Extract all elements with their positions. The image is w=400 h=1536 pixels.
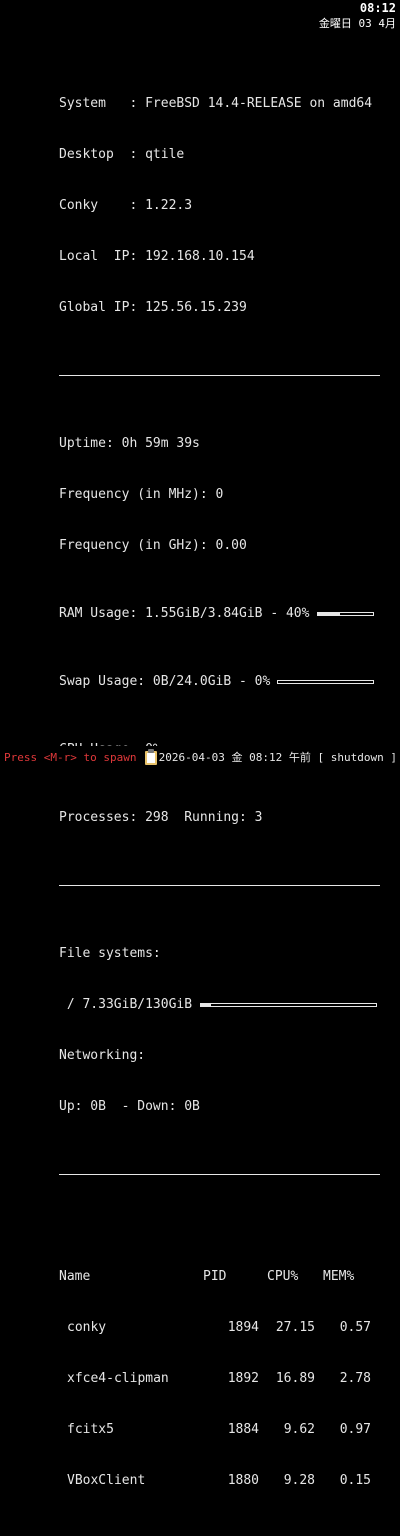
- fs-root-text: / 7.33GiB/130GiB: [59, 997, 193, 1012]
- process-name: conky: [67, 1320, 107, 1335]
- spawn-prompt[interactable]: Press <M-r> to spawn: [4, 751, 136, 764]
- process-pid: 1894: [227, 1320, 259, 1335]
- process-mem: 0.97: [339, 1422, 371, 1437]
- divider: [59, 375, 380, 376]
- process-name: VBoxClient: [67, 1473, 146, 1488]
- fs-root-fill: [201, 1003, 211, 1006]
- process-mem: 0.57: [339, 1320, 371, 1335]
- clock-time: 08:12: [359, 1, 396, 15]
- process-pid: 1880: [227, 1473, 259, 1488]
- col-mem: MEM%: [323, 1269, 355, 1284]
- network-line: Up: 0B - Down: 0B: [59, 1099, 200, 1114]
- filesystems-label: File systems:: [59, 946, 161, 961]
- process-name: fcitx5: [67, 1422, 114, 1437]
- process-table-header: Name PID CPU% MEM%: [59, 1268, 381, 1285]
- desktop-line: Desktop : qtile: [59, 147, 185, 162]
- ram-usage-text: RAM Usage: 1.55GiB/3.84GiB - 40%: [59, 606, 310, 621]
- divider: [59, 885, 380, 886]
- process-cpu: 9.62: [283, 1422, 315, 1437]
- process-name: xfce4-clipman: [67, 1371, 169, 1386]
- process-cpu: 16.89: [275, 1371, 315, 1386]
- global-ip-line: Global IP: 125.56.15.239: [59, 300, 247, 315]
- statusbar-right: 2026-04-03 金 08:12 午前 [ shutdown ]: [159, 749, 397, 765]
- process-cpu: 9.28: [283, 1473, 315, 1488]
- freq-ghz-line: Frequency (in GHz): 0.00: [59, 538, 247, 553]
- swap-usage-bar: [277, 679, 375, 684]
- table-row: conky 1894 27.15 0.57: [59, 1319, 381, 1336]
- fs-root-bar: [200, 1002, 378, 1007]
- col-cpu: CPU%: [267, 1269, 299, 1284]
- uptime-line: Uptime: 0h 59m 39s: [59, 436, 200, 451]
- ram-usage-bar: [317, 611, 375, 616]
- table-row: VBoxClient 1880 9.28 0.15: [59, 1472, 381, 1489]
- system-line: System : FreeBSD 14.4-RELEASE on amd64: [59, 96, 373, 111]
- clock-date: 金曜日 03 4月: [318, 17, 396, 30]
- conky-version-line: Conky : 1.22.3: [59, 198, 193, 213]
- local-ip-line: Local IP: 192.168.10.154: [59, 249, 255, 264]
- shutdown-button[interactable]: [ shutdown ]: [318, 751, 397, 764]
- ram-usage-row: RAM Usage: 1.55GiB/3.84GiB - 40%: [59, 605, 381, 622]
- table-row: fcitx5 1884 9.62 0.97: [59, 1421, 381, 1438]
- process-cpu: 27.15: [275, 1320, 315, 1335]
- clipboard-icon[interactable]: [144, 749, 158, 765]
- conky-panel: System : FreeBSD 14.4-RELEASE on amd64 D…: [59, 61, 381, 1536]
- status-bar: Press <M-r> to spawn 2026-04-03 金 08:12 …: [0, 746, 400, 768]
- top-clock: 08:12 金曜日 03 4月: [319, 0, 396, 32]
- fs-root-row: / 7.33GiB/130GiB: [59, 996, 381, 1013]
- swap-usage-row: Swap Usage: 0B/24.0GiB - 0%: [59, 673, 381, 690]
- statusbar-clock: 2026-04-03 金 08:12 午前: [158, 751, 311, 764]
- ram-usage-fill: [318, 612, 341, 615]
- process-table: Name PID CPU% MEM% conky 1894 27.15 0.57…: [59, 1234, 381, 1523]
- col-name: Name: [59, 1269, 91, 1284]
- processes-line: Processes: 298 Running: 3: [59, 810, 263, 825]
- process-mem: 0.15: [339, 1473, 371, 1488]
- divider: [59, 1174, 380, 1175]
- process-mem: 2.78: [339, 1371, 371, 1386]
- table-row: xfce4-clipman 1892 16.89 2.78: [59, 1370, 381, 1387]
- networking-label: Networking:: [59, 1048, 146, 1063]
- swap-usage-text: Swap Usage: 0B/24.0GiB - 0%: [59, 674, 271, 689]
- process-pid: 1884: [227, 1422, 259, 1437]
- process-pid: 1892: [227, 1371, 259, 1386]
- col-pid: PID: [203, 1269, 227, 1284]
- freq-mhz-line: Frequency (in MHz): 0: [59, 487, 224, 502]
